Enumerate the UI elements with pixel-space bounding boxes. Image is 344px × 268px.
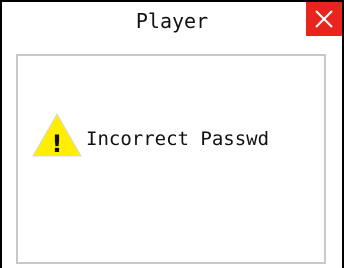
title-bar: Player [2, 2, 342, 40]
warning-icon: ! [32, 112, 82, 158]
warning-exclamation: ! [52, 130, 63, 158]
message-area: ! Incorrect Passwd [16, 54, 326, 264]
window-title: Player [135, 9, 209, 33]
close-button[interactable] [306, 2, 342, 36]
player-window: Player ! Incorrect Passwd [0, 0, 344, 268]
error-message: Incorrect Passwd [86, 128, 270, 150]
close-icon [315, 10, 333, 28]
